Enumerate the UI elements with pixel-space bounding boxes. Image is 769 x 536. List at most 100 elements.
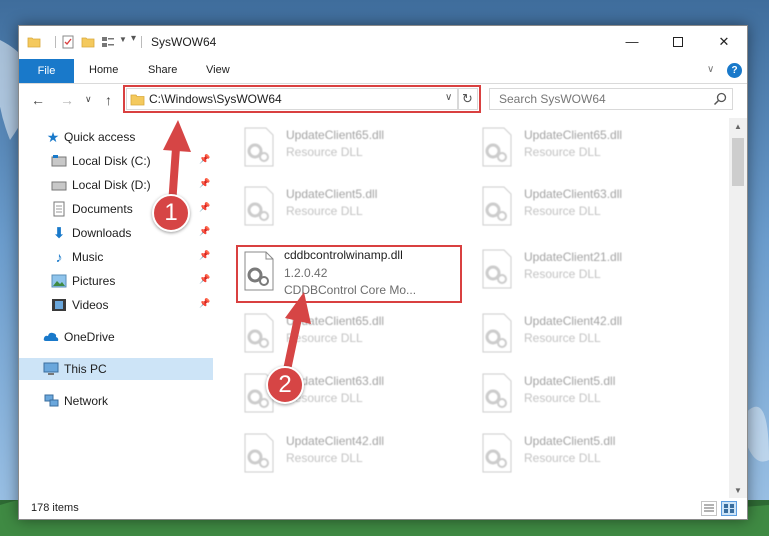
sidebar-item-quick-access[interactable]: ★ Quick access	[19, 126, 213, 148]
file-item[interactable]: UpdateClient5.dll Resource DLL	[472, 369, 696, 419]
file-name: UpdateClient65.dll	[286, 314, 385, 328]
chevron-down-icon[interactable]: ▼	[119, 35, 127, 44]
folder-icon	[27, 37, 41, 48]
recent-locations-icon[interactable]: ∨	[85, 94, 92, 105]
up-arrow-icon[interactable]: ↑	[105, 92, 112, 108]
file-type: Resource DLL	[524, 331, 601, 345]
file-item[interactable]: UpdateClient65.dll Resource DLL	[234, 309, 458, 359]
pin-icon[interactable]: 📌	[199, 274, 210, 285]
sidebar-item-label: This PC	[64, 362, 107, 376]
file-item[interactable]: UpdateClient65.dll Resource DLL	[472, 123, 696, 173]
title-bar: ▼ ▾ SysWOW64 — ✕	[19, 26, 747, 58]
file-name: UpdateClient65.dll	[524, 128, 623, 142]
sidebar-item-pictures[interactable]: Pictures 📌	[19, 270, 213, 292]
pin-icon[interactable]: 📌	[199, 250, 210, 261]
close-icon: ✕	[718, 33, 730, 49]
maximize-button[interactable]	[655, 26, 701, 57]
file-type: Resource DLL	[524, 451, 601, 465]
tab-view[interactable]: View	[206, 64, 230, 76]
pin-icon[interactable]: 📌	[199, 202, 210, 213]
item-count: 178 items	[31, 502, 79, 514]
annotation-step-2: 2	[266, 366, 304, 404]
help-icon[interactable]: ?	[727, 63, 742, 78]
expand-ribbon-icon[interactable]: ∨	[707, 64, 714, 75]
videos-icon	[52, 299, 66, 311]
sidebar-item-label: Network	[64, 394, 109, 408]
forward-arrow-icon[interactable]: →	[60, 92, 74, 108]
sidebar-item-label: Quick access	[64, 130, 136, 144]
pin-icon[interactable]: 📌	[199, 298, 210, 309]
customize-toolbar-icon[interactable]	[101, 35, 115, 49]
close-button[interactable]: ✕	[701, 26, 747, 57]
file-type: Resource DLL	[286, 145, 363, 159]
tab-file[interactable]: File	[19, 59, 74, 83]
address-highlight-box	[123, 85, 481, 113]
scrollbar-thumb[interactable]	[732, 138, 744, 186]
file-type: Resource DLL	[524, 204, 601, 218]
dll-file-icon	[244, 127, 274, 167]
dll-file-icon	[244, 433, 274, 473]
back-arrow-icon[interactable]: ←	[31, 92, 45, 108]
ribbon-tabs: File Home Share View ∨ ?	[19, 58, 747, 84]
file-type: Resource DLL	[524, 391, 601, 405]
sidebar-item-videos[interactable]: Videos 📌	[19, 294, 213, 316]
sidebar-item-onedrive[interactable]: OneDrive	[19, 326, 213, 348]
scroll-down-icon[interactable]: ▼	[729, 482, 747, 498]
annotation-step-1: 1	[152, 194, 190, 232]
pictures-icon	[51, 274, 67, 288]
vertical-scrollbar[interactable]: ▲ ▼	[729, 118, 747, 498]
minimize-button[interactable]: —	[609, 26, 655, 57]
large-icons-view-button[interactable]	[721, 501, 737, 516]
dll-file-icon	[482, 249, 512, 289]
navigation-bar: ← → ∨ ↑ C:\Windows\SysWOW64 ∨ ↻ Search S…	[19, 84, 747, 118]
scroll-up-icon[interactable]: ▲	[729, 118, 747, 134]
search-icon[interactable]	[712, 91, 728, 107]
file-type: Resource DLL	[286, 204, 363, 218]
file-item[interactable]: UpdateClient5.dll Resource DLL	[234, 182, 458, 232]
dll-file-icon	[482, 313, 512, 353]
file-item[interactable]: UpdateClient5.dll Resource DLL	[472, 429, 696, 479]
sidebar-item-label: Music	[72, 250, 104, 264]
file-item[interactable]: UpdateClient65.dll Resource DLL	[234, 123, 458, 173]
sidebar-item-label: Local Disk (C:)	[72, 154, 151, 168]
cloud-icon	[43, 332, 59, 341]
explorer-window: ▼ ▾ SysWOW64 — ✕ File Home Share View ∨ …	[18, 25, 748, 520]
file-name: UpdateClient42.dll	[524, 314, 623, 328]
maximize-icon	[673, 36, 683, 47]
pin-icon[interactable]: 📌	[199, 178, 210, 189]
search-input[interactable]: Search SysWOW64	[489, 88, 733, 110]
search-placeholder: Search SysWOW64	[499, 92, 606, 106]
sidebar-item-local-disk-d[interactable]: Local Disk (D:) 📌	[19, 174, 213, 196]
properties-icon[interactable]	[61, 35, 75, 49]
sidebar-item-label: Documents	[72, 202, 133, 216]
sidebar-item-network[interactable]: Network	[19, 390, 213, 412]
file-name: UpdateClient5.dll	[524, 434, 616, 448]
new-folder-icon[interactable]	[81, 35, 95, 49]
documents-icon	[53, 201, 65, 217]
details-view-button[interactable]	[701, 501, 717, 516]
tab-share[interactable]: Share	[148, 64, 177, 76]
sidebar-item-this-pc[interactable]: This PC	[19, 358, 213, 380]
file-name: UpdateClient65.dll	[286, 128, 385, 142]
quick-access-dropdown-icon[interactable]: ▾	[131, 33, 136, 44]
download-icon: ⬇	[52, 225, 66, 242]
sidebar-item-label: Pictures	[72, 274, 116, 288]
sidebar-item-local-disk-c[interactable]: Local Disk (C:) 📌	[19, 150, 213, 172]
file-list: UpdateClient65.dll Resource DLL UpdateCl…	[214, 118, 729, 498]
file-item[interactable]: UpdateClient63.dll Resource DLL	[472, 182, 696, 232]
navigation-pane: ★ Quick access Local Disk (C:) 📌 Local D…	[19, 118, 213, 498]
file-item[interactable]: UpdateClient42.dll Resource DLL	[234, 429, 458, 479]
tab-home[interactable]: Home	[89, 64, 118, 76]
file-type: Resource DLL	[286, 451, 363, 465]
pin-icon[interactable]: 📌	[199, 154, 210, 165]
file-item[interactable]: UpdateClient42.dll Resource DLL	[472, 309, 696, 359]
large-icons-view-icon	[724, 504, 734, 513]
details-view-icon	[704, 504, 714, 512]
drive-icon	[51, 181, 67, 191]
window-title: SysWOW64	[151, 35, 217, 49]
pin-icon[interactable]: 📌	[199, 226, 210, 237]
file-item[interactable]: UpdateClient21.dll Resource DLL	[472, 245, 696, 295]
sidebar-item-music[interactable]: ♪ Music 📌	[19, 246, 213, 268]
sidebar-item-label: Downloads	[72, 226, 132, 240]
file-name: UpdateClient42.dll	[286, 434, 385, 448]
